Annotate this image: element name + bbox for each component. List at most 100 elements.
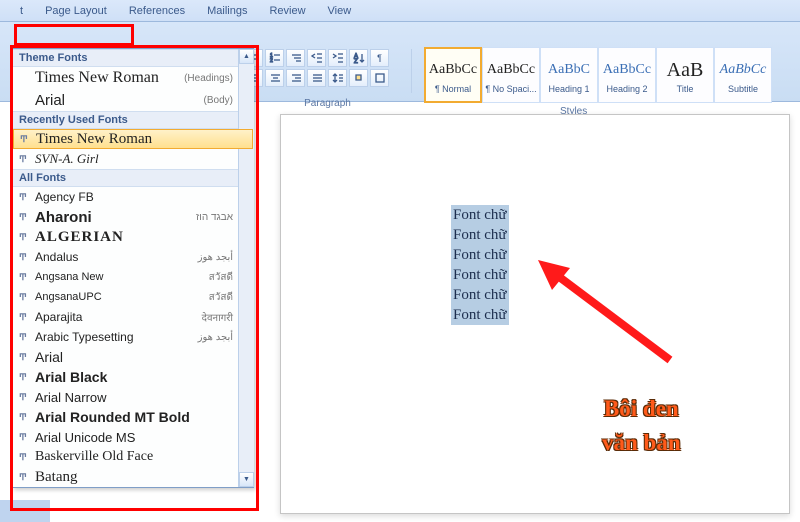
annotation-text: Bôi đen văn bản [602, 392, 681, 460]
font-option[interactable]: ͲAndalusأبجد هوز [13, 247, 253, 267]
selected-line[interactable]: Font chữ [451, 205, 509, 225]
selected-line[interactable]: Font chữ [451, 285, 509, 305]
truetype-icon: Ͳ [19, 292, 35, 303]
style-item-heading-2[interactable]: AaBbCcHeading 2 [598, 47, 656, 103]
truetype-icon: Ͳ [19, 272, 35, 283]
increase-indent-button[interactable] [328, 49, 347, 67]
style-item--no-spaci-[interactable]: AaBbCc¶ No Spaci... [482, 47, 540, 103]
numbering-button[interactable]: 12 [265, 49, 284, 67]
font-option[interactable]: Arial(Body) [13, 89, 253, 111]
tab-review[interactable]: Review [269, 5, 305, 17]
tab-bar: t Page Layout References Mailings Review… [0, 0, 800, 22]
font-option[interactable]: ͲALGERIAN [13, 227, 253, 247]
truetype-icon: Ͳ [19, 392, 35, 403]
sort-icon: AZ [353, 52, 365, 64]
tab-view[interactable]: View [328, 5, 352, 17]
style-item-title[interactable]: AaBTitle [656, 47, 714, 103]
font-option[interactable]: ͲAngsanaUPCสวัสดี [13, 287, 253, 307]
tab-page-layout[interactable]: Page Layout [45, 5, 107, 17]
font-option-sample: أبجد هوز [198, 332, 247, 343]
selected-line[interactable]: Font chữ [451, 225, 509, 245]
font-option-name: Aparajita [35, 310, 202, 324]
tab-mailings[interactable]: Mailings [207, 5, 247, 17]
font-option-name: Arial [35, 349, 247, 365]
style-preview: AaBbCc [720, 56, 767, 84]
tab-partial[interactable]: t [20, 5, 23, 17]
justify-button[interactable] [307, 69, 326, 87]
font-option[interactable]: ͲAharoniאבגד הוז [13, 207, 253, 227]
font-option-name: AngsanaUPC [35, 291, 209, 303]
style-preview: AaBbCc [603, 56, 651, 84]
dropdown-section-header: Recently Used Fonts [13, 111, 253, 129]
font-option-sample: สวัสดี [209, 270, 247, 285]
status-strip [0, 500, 50, 522]
font-option[interactable]: ͲAgency FB [13, 187, 253, 207]
selected-line[interactable]: Font chữ [451, 245, 509, 265]
borders-button[interactable] [370, 69, 389, 87]
style-label: Heading 1 [548, 84, 589, 94]
truetype-icon: Ͳ [19, 312, 35, 323]
font-option-name: Arial Narrow [35, 390, 247, 405]
font-option-name: Arial [35, 92, 204, 109]
styles-gallery: AaBbCc¶ NormalAaBbCc¶ No Spaci...AaBbCHe… [424, 47, 772, 103]
font-option-name: Andalus [35, 250, 198, 264]
multilevel-list-button[interactable] [286, 49, 305, 67]
style-item-subtitle[interactable]: AaBbCcSubtitle [714, 47, 772, 103]
annotation-line2: văn bản [602, 426, 681, 460]
indent-icon [332, 52, 344, 64]
sort-button[interactable]: AZ [349, 49, 368, 67]
show-marks-button[interactable]: ¶ [370, 49, 389, 67]
font-option[interactable]: ͲArial Black [13, 367, 253, 387]
truetype-icon: Ͳ [20, 134, 36, 145]
style-item--normal[interactable]: AaBbCc¶ Normal [424, 47, 482, 103]
scroll-up-arrow[interactable]: ▲ [239, 49, 254, 64]
font-option[interactable]: ͲArial Unicode MS [13, 427, 253, 447]
font-option[interactable]: ͲTimes New Roman [13, 129, 253, 149]
font-option[interactable]: Times New Roman(Headings) [13, 67, 253, 89]
font-option[interactable]: ͲAngsana Newสวัสดี [13, 267, 253, 287]
font-option[interactable]: ͲArial Rounded MT Bold [13, 407, 253, 427]
truetype-icon: Ͳ [19, 332, 35, 343]
style-preview: AaBbC [548, 56, 590, 84]
document-page[interactable]: Font chữFont chữFont chữFont chữFont chữ… [280, 114, 790, 514]
tab-references[interactable]: References [129, 5, 185, 17]
annotation-line1: Bôi đen [602, 392, 681, 426]
selected-text-block[interactable]: Font chữFont chữFont chữFont chữFont chữ… [451, 205, 509, 325]
align-right-icon [290, 72, 302, 84]
font-option[interactable]: ͲBaskerville Old Face [13, 447, 253, 467]
truetype-icon: Ͳ [19, 352, 35, 363]
decrease-indent-button[interactable] [307, 49, 326, 67]
paragraph-group-label: Paragraph [244, 98, 411, 109]
align-right-button[interactable] [286, 69, 305, 87]
style-label: Title [677, 84, 694, 94]
font-option[interactable]: ͲAparajitaदेवनागरी [13, 307, 253, 327]
borders-icon [374, 72, 386, 84]
font-option[interactable]: ͲArial Narrow [13, 387, 253, 407]
align-center-button[interactable] [265, 69, 284, 87]
font-option-name: Times New Roman [35, 69, 184, 87]
svg-text:2: 2 [270, 58, 273, 64]
dropdown-section-header: All Fonts [13, 169, 253, 187]
font-option-hint: (Headings) [184, 73, 247, 84]
font-option-sample: สวัสดี [209, 290, 247, 305]
style-preview: AaB [667, 56, 704, 84]
shading-button[interactable] [349, 69, 368, 87]
selected-line[interactable]: Font chữ [451, 265, 509, 285]
font-option[interactable]: ͲArial [13, 347, 253, 367]
truetype-icon: Ͳ [19, 252, 35, 263]
justify-icon [311, 72, 323, 84]
truetype-icon: Ͳ [19, 232, 35, 243]
selected-line[interactable]: Font chữ [451, 305, 509, 325]
style-item-heading-1[interactable]: AaBbCHeading 1 [540, 47, 598, 103]
dropdown-section-header: Theme Fonts [13, 49, 253, 67]
font-option-name: ALGERIAN [35, 229, 247, 246]
font-option-sample: أبجد هوز [198, 252, 247, 263]
truetype-icon: Ͳ [19, 452, 35, 463]
font-option[interactable]: ͲBatang [13, 467, 253, 487]
font-option[interactable]: ͲArabic Typesettingأبجد هوز [13, 327, 253, 347]
style-label: Subtitle [728, 84, 758, 94]
truetype-icon: Ͳ [19, 154, 35, 165]
align-center-icon [269, 72, 281, 84]
font-option[interactable]: ͲSVN-A. Girl [13, 149, 253, 169]
line-spacing-button[interactable] [328, 69, 347, 87]
